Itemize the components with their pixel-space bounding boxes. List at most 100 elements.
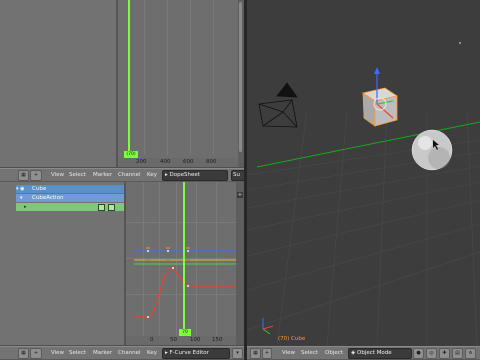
keyframe-point xyxy=(172,267,174,269)
expand-menus-button[interactable]: + xyxy=(30,170,42,181)
editor-type-button[interactable]: ▦ xyxy=(18,170,29,181)
viewport-header: ▦ + View Select Object ◈ Object Mode ● ◎… xyxy=(247,346,480,360)
dopesheet-gridline xyxy=(167,0,168,155)
channel-action-row[interactable]: CubeAction xyxy=(16,194,124,202)
menu-marker[interactable]: Marker xyxy=(93,170,112,180)
manipulator-z-arrow xyxy=(374,67,380,74)
editor-type-button[interactable]: ▦ xyxy=(18,348,29,359)
snap-icon: ⋔ xyxy=(468,350,473,356)
graph-tick: 50 xyxy=(170,337,177,343)
channel-visibility-icon[interactable] xyxy=(98,204,105,211)
3d-viewport[interactable]: (70) Cube xyxy=(247,0,480,346)
editor-type-icon: ▦ xyxy=(253,350,258,356)
dopesheet-scroll-thumb[interactable] xyxy=(239,2,242,152)
graph-curves[interactable] xyxy=(126,182,236,345)
viewport-scene[interactable] xyxy=(247,0,480,346)
view-dot xyxy=(459,42,461,44)
object-mode-select[interactable]: ◈ Object Mode xyxy=(348,348,412,359)
graph-current-frame-line[interactable] xyxy=(183,182,185,334)
menu-select[interactable]: Select xyxy=(69,170,86,180)
keyframe-point xyxy=(187,285,189,287)
menu-key[interactable]: Key xyxy=(147,348,157,358)
dopesheet-tick: 200 xyxy=(136,159,147,165)
channel-object-row[interactable]: Cube xyxy=(16,185,124,193)
manipulator-icon: ✚ xyxy=(442,350,447,356)
dopesheet-gridline xyxy=(190,0,191,155)
keyframe-point xyxy=(147,250,149,252)
dopesheet-mode-select[interactable]: ▸ DopeSheet xyxy=(162,170,228,181)
menu-select[interactable]: Select xyxy=(301,348,318,358)
menu-view[interactable]: View xyxy=(51,348,64,358)
sphere-object xyxy=(411,129,453,171)
dopesheet-gridline xyxy=(213,0,214,155)
camera-up-triangle xyxy=(276,82,298,98)
menu-channel[interactable]: Channel xyxy=(118,348,141,358)
keyframe-point xyxy=(147,316,149,318)
graph-tick: 150 xyxy=(212,337,223,343)
plus-icon: + xyxy=(33,172,39,178)
manipulator-toggle[interactable]: ✚ xyxy=(439,348,450,359)
menu-view[interactable]: View xyxy=(282,348,295,358)
graph-mode-label: F-Curve Editor xyxy=(169,350,209,356)
channel-action-label: CubeAction xyxy=(32,195,64,201)
left-column: (70) 200 400 600 800 ▦ + View Select Mar… xyxy=(0,0,245,360)
dopesheet-timeline[interactable]: (70) 200 400 600 800 xyxy=(118,0,238,167)
graph-frame-badge: 70 xyxy=(179,329,191,336)
dopesheet-tick: 600 xyxy=(183,159,194,165)
dopesheet-current-frame-line[interactable] xyxy=(128,0,130,155)
editor-type-button[interactable]: ▦ xyxy=(250,348,261,359)
menu-view[interactable]: View xyxy=(51,170,64,180)
channel-object-label: Cube xyxy=(32,186,47,192)
layers-icon: ▤ xyxy=(455,350,460,356)
editor-type-icon: ▦ xyxy=(21,172,26,178)
expand-menus-button[interactable]: + xyxy=(262,348,272,359)
menu-select[interactable]: Select xyxy=(69,348,86,358)
editor-type-icon: ▦ xyxy=(21,350,26,356)
menu-object[interactable]: Object xyxy=(325,348,343,358)
filter-icon: ▾ xyxy=(236,350,239,356)
menu-channel[interactable]: Channel xyxy=(118,170,141,180)
menu-marker[interactable]: Marker xyxy=(93,348,112,358)
dopesheet-frame-badge: (70) xyxy=(124,151,138,158)
keyframe-point xyxy=(167,250,169,252)
properties-toggle-icon[interactable]: + xyxy=(237,192,243,198)
expand-menus-button[interactable]: + xyxy=(30,348,42,359)
dopesheet-tick: 800 xyxy=(206,159,217,165)
plus-icon: + xyxy=(264,350,270,356)
dopesheet-ruler: 200 400 600 800 xyxy=(118,158,238,167)
menu-key[interactable]: Key xyxy=(147,170,157,180)
camera-object xyxy=(258,82,298,128)
object-mode-label: Object Mode xyxy=(356,350,392,356)
dopesheet-tick: 400 xyxy=(160,159,171,165)
graph-tick: 100 xyxy=(190,337,201,343)
channel-lock-icon[interactable] xyxy=(108,204,115,211)
graph-editor-header: ▦ + View Select Marker Channel Key ▸ F-C… xyxy=(0,346,244,360)
cube-object xyxy=(362,67,398,127)
channel-group-expand-icon[interactable]: ▸ xyxy=(24,204,27,210)
viewport-shading-button[interactable]: ● xyxy=(413,348,424,359)
graph-channel-region: Cube ▾ ◉ CubeAction ▾ ▸ xyxy=(0,182,124,345)
dopesheet-gridline xyxy=(144,0,145,155)
dopesheet-context-label: Su xyxy=(233,172,240,178)
pivot-button[interactable]: ◎ xyxy=(426,348,437,359)
axis-gizmo xyxy=(262,318,274,335)
graph-extra-button[interactable]: ▾ xyxy=(232,348,243,359)
layers-button[interactable]: ▤ xyxy=(452,348,463,359)
graph-curve-area[interactable]: 70 0 50 100 150 xyxy=(126,182,236,345)
graph-mode-select[interactable]: ▸ F-Curve Editor xyxy=(162,348,230,359)
keyframe-point xyxy=(187,250,189,252)
snap-button[interactable]: ⋔ xyxy=(465,348,476,359)
channel-action-expand-icon[interactable]: ▾ xyxy=(20,195,23,201)
graph-tick: 0 xyxy=(150,337,154,343)
viewport-object-status: (70) Cube xyxy=(278,336,306,342)
dopesheet-context-select[interactable]: Su xyxy=(231,170,245,181)
pivot-icon: ◎ xyxy=(429,350,434,356)
channel-object-icons: ▾ ◉ xyxy=(16,186,25,192)
plus-icon: + xyxy=(33,350,39,356)
dopesheet-channel-region xyxy=(0,0,116,167)
shading-sphere-icon: ● xyxy=(416,350,421,356)
dopesheet-mode-label: DopeSheet xyxy=(169,172,200,178)
graph-ruler: 0 50 100 150 xyxy=(126,336,236,345)
graph-side-strip[interactable]: + xyxy=(236,182,244,345)
red-fcurve xyxy=(134,267,236,318)
